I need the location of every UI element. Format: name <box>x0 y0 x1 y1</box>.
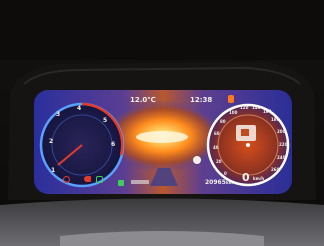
speed-tick: 100 <box>229 110 238 115</box>
tach-tick: 3 <box>56 111 61 118</box>
outside-temperature: 12.0℃ <box>130 96 156 104</box>
odometer-value: 20965 <box>205 179 226 186</box>
speed-tick: 220 <box>279 142 288 147</box>
speed-tick: 160 <box>263 109 272 114</box>
tach-tick: 1 <box>51 167 56 174</box>
parking-brake-icon <box>63 176 70 183</box>
clock-time: 12:38 <box>190 96 213 104</box>
warning-light-icon <box>228 95 234 103</box>
fuel-icon <box>118 180 124 186</box>
speed-tick: 80 <box>220 119 226 124</box>
tach-tick: 6 <box>111 141 116 148</box>
speed-unit: km/h <box>253 176 265 181</box>
speed-value: 0 <box>242 171 250 184</box>
speed-tick: 120 <box>240 105 249 110</box>
info-icon <box>131 180 149 184</box>
odometer-unit: km <box>226 180 233 185</box>
speed-tick: 40 <box>213 145 219 150</box>
speed-tick: 140 <box>252 105 261 110</box>
speed-tick: 240 <box>277 155 286 160</box>
speed-tick: 260 <box>271 167 280 172</box>
tach-tick: 4 <box>77 105 82 112</box>
speed-tick: 200 <box>277 129 286 134</box>
tach-tick: 5 <box>103 117 108 124</box>
speed-tick: 60 <box>214 131 220 136</box>
headlight-icon <box>84 176 91 182</box>
speed-tick: 180 <box>271 117 280 122</box>
speed-tick: 20 <box>216 159 222 164</box>
speed-tick: 0 <box>224 171 227 176</box>
tach-tick: 2 <box>49 138 54 145</box>
dashboard-photo <box>0 0 324 246</box>
seatbelt-icon <box>96 176 103 183</box>
